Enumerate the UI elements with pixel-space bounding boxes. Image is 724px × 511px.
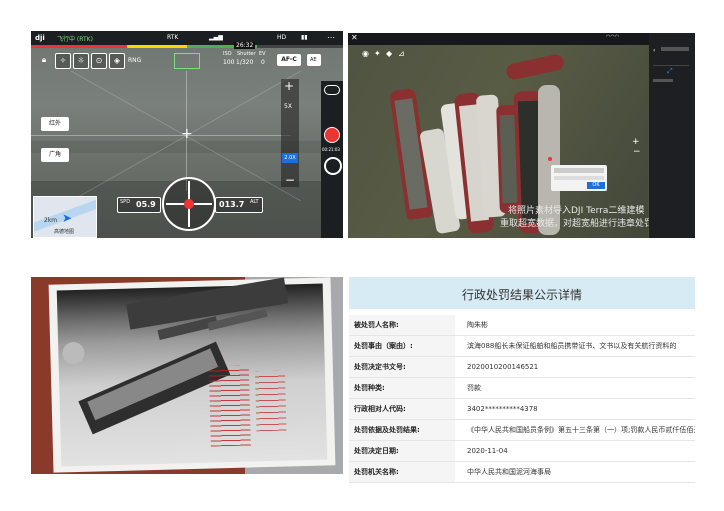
target-icon[interactable]: ✧ bbox=[55, 53, 71, 69]
popup-ok-button[interactable]: OK bbox=[587, 182, 605, 189]
table-row: 处罚事由（案由）: 滨海088船长未保证船舶和船员携带证书、文书以及有关航行资料的 bbox=[349, 336, 695, 357]
watermark-line2: 重取超宽数据，对超宽船进行违章处罚 bbox=[500, 219, 654, 229]
row-label: 处罚决定日期: bbox=[349, 441, 455, 461]
record-title: 行政处罚结果公示详情 bbox=[349, 277, 695, 309]
photo-detail bbox=[62, 341, 85, 365]
row-value: 2020-11-04 bbox=[467, 447, 508, 455]
printed-photo bbox=[31, 277, 343, 474]
laser-indicator bbox=[174, 53, 200, 69]
table-row: 处罚机关名称: 中华人民共和国泥河海事局 bbox=[349, 462, 695, 483]
wifi-icon: ◠◠◠ bbox=[606, 34, 620, 40]
row-label: 被处罚人名称: bbox=[349, 315, 455, 335]
row-label: 处罚种类: bbox=[349, 378, 455, 398]
row-label: 处罚机关名称: bbox=[349, 462, 455, 482]
handwritten-notes bbox=[208, 365, 251, 447]
infrared-button[interactable]: 红外 bbox=[41, 117, 69, 131]
focus-icon[interactable]: ⊙ bbox=[91, 53, 107, 69]
speed-indicator: SPD 05.9 bbox=[117, 197, 161, 213]
signal-icon: ▂▄▆ bbox=[209, 34, 223, 41]
table-row: 行政相对人代码: 3402**********4378 bbox=[349, 399, 695, 420]
terra-map-view: ✕ ◠◠◠ ◉ ✦ ◆ ⊿ OK 将照片素材导入DJI Terra二维建模 重取… bbox=[348, 33, 695, 238]
row-value: 罚款 bbox=[467, 384, 481, 392]
mini-map[interactable]: ➤ 2km 高德地图 bbox=[33, 196, 97, 238]
table-row: 处罚种类: 罚款 bbox=[349, 378, 695, 399]
grid-icon[interactable]: ◈ bbox=[109, 53, 125, 69]
row-value: 3402**********4378 bbox=[467, 405, 538, 413]
sun-icon[interactable]: ☼ bbox=[73, 53, 89, 69]
row-label: 处罚依据及处罚结果: bbox=[349, 420, 455, 440]
star-icon[interactable]: ✦ bbox=[374, 49, 381, 58]
crosshair-icon: + bbox=[181, 126, 193, 142]
row-value: 陶朱彬 bbox=[467, 321, 488, 329]
terra-side-panel: ‹ ⤢ bbox=[649, 33, 695, 238]
table-row: 处罚依据及处罚结果: 《中华人民共和国船员条例》第五十三条第（一）项;罚款人民币贰… bbox=[349, 420, 695, 441]
location-arrow-icon: ➤ bbox=[62, 211, 73, 225]
wide-angle-button[interactable]: 广角 bbox=[41, 148, 69, 162]
zoom-out-icon[interactable]: − bbox=[633, 147, 641, 157]
ruler-icon[interactable]: ⊿ bbox=[398, 49, 405, 58]
handwritten-notes bbox=[254, 370, 287, 432]
table-row: 处罚决定日期: 2020-11-04 bbox=[349, 441, 695, 462]
row-value: 《中华人民共和国船员条例》第五十三条第（一）项;罚款人民币贰仟伍佰元整 bbox=[467, 426, 695, 434]
battery-icon: ▮▮ bbox=[301, 34, 308, 41]
row-label: 处罚事由（案由）: bbox=[349, 336, 455, 356]
camera-icon[interactable]: ◆ bbox=[386, 49, 392, 58]
map-scale: 2km bbox=[44, 217, 58, 224]
drone-camera-view: dji 飞行中 (RTK) RTK ▂▄▆ HD ▮▮ ⋯ 26:32 🔒︎ ✧… bbox=[31, 31, 343, 238]
row-value: 2020010200146521 bbox=[467, 363, 539, 371]
expand-icon[interactable]: ⤢ bbox=[667, 67, 673, 76]
af-c-button[interactable]: AF-C bbox=[277, 54, 301, 66]
ship-hull bbox=[78, 341, 231, 435]
watermark-line1: 将照片素材导入DJI Terra二维建模 bbox=[508, 206, 645, 216]
row-label: 处罚决定书文号: bbox=[349, 357, 455, 377]
measure-popup: OK bbox=[551, 165, 607, 191]
table-row: 被处罚人名称: 陶朱彬 bbox=[349, 315, 695, 336]
compass-icon bbox=[162, 177, 216, 231]
rtk-label: RTK bbox=[167, 34, 179, 41]
target-icon[interactable]: ◉ bbox=[362, 49, 369, 58]
terra-top-bar: ✕ ◠◠◠ bbox=[348, 33, 695, 45]
map-brand: 高德地图 bbox=[54, 229, 75, 235]
drone-top-bar: dji 飞行中 (RTK) RTK ▂▄▆ HD ▮▮ ⋯ bbox=[31, 31, 343, 45]
hd-label: HD bbox=[277, 34, 287, 41]
camera-params: ISO 100 Shutter 1/320 EV 0 bbox=[223, 51, 266, 66]
rng-mode[interactable]: RNG bbox=[128, 57, 141, 64]
dji-logo: dji bbox=[35, 34, 45, 42]
penalty-record: 行政处罚结果公示详情 被处罚人名称: 陶朱彬处罚事由（案由）: 滨海088船长未保证… bbox=[349, 277, 695, 483]
camera-sidebar: 00:21:03 bbox=[321, 81, 343, 238]
menu-icon[interactable]: ⋯ bbox=[327, 33, 335, 42]
zoom-out-icon[interactable]: − bbox=[285, 173, 295, 187]
row-label: 行政相对人代码: bbox=[349, 399, 455, 419]
battery-bar bbox=[31, 45, 343, 48]
zoom-slider[interactable]: + 5X 2.0X − bbox=[281, 79, 299, 187]
flight-status: 飞行中 (RTK) bbox=[57, 36, 93, 43]
zoom-in-icon[interactable]: + bbox=[284, 79, 294, 93]
back-icon[interactable]: ‹ bbox=[653, 47, 655, 54]
row-value: 滨海088船长未保证船舶和船员携带证书、文书以及有关航行资料的 bbox=[467, 342, 677, 350]
row-value: 中华人民共和国泥河海事局 bbox=[467, 468, 551, 476]
close-icon[interactable]: ✕ bbox=[351, 33, 358, 42]
lock-icon[interactable]: 🔒︎ bbox=[37, 53, 51, 67]
photo-image bbox=[56, 277, 328, 467]
zoom-in-icon[interactable]: + bbox=[632, 137, 640, 147]
zoom-level: 2.0X bbox=[282, 153, 298, 163]
flight-time: 26:32 bbox=[234, 42, 256, 49]
mode-toggle[interactable] bbox=[324, 85, 340, 95]
photo-paper bbox=[48, 277, 336, 473]
measure-point[interactable] bbox=[548, 157, 552, 161]
shutter-button[interactable] bbox=[324, 157, 342, 175]
record-button[interactable] bbox=[324, 127, 340, 143]
altitude-indicator: 013.7 ALT bbox=[215, 197, 263, 213]
table-row: 处罚决定书文号: 2020010200146521 bbox=[349, 357, 695, 378]
